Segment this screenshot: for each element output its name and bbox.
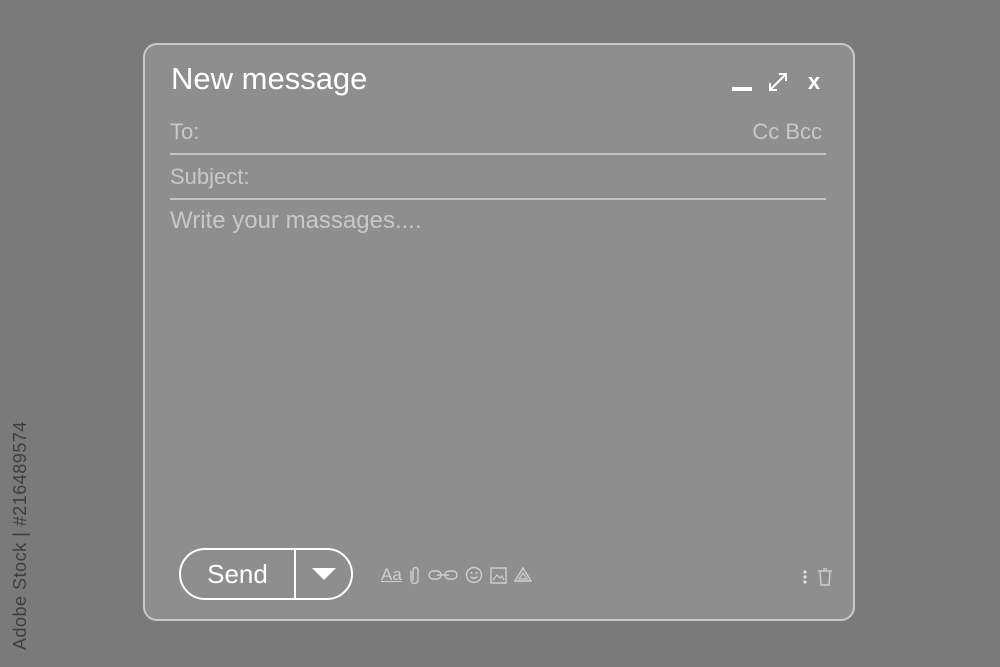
window-title: New message	[171, 61, 368, 96]
send-button-group: Send	[179, 548, 353, 600]
minimize-button[interactable]	[731, 71, 753, 93]
secondary-actions	[803, 567, 833, 587]
text-format-icon[interactable]: Aa	[381, 565, 402, 585]
message-body-placeholder: Write your massages....	[170, 207, 422, 234]
send-options-button[interactable]	[296, 550, 351, 598]
caret-down-icon	[311, 568, 336, 580]
close-icon: x	[807, 69, 821, 94]
stock-id-watermark: Adobe Stock | #216489574	[10, 421, 30, 650]
compose-window: New message x To: Cc Bcc Subject: Write …	[143, 43, 855, 621]
link-icon[interactable]	[428, 565, 458, 585]
minimize-icon	[732, 87, 752, 91]
attach-icon[interactable]	[409, 565, 421, 585]
more-options-icon[interactable]	[803, 567, 807, 587]
to-label: To:	[170, 119, 200, 144]
bcc-link[interactable]: Bcc	[785, 119, 822, 145]
expand-button[interactable]	[767, 71, 789, 93]
cc-link[interactable]: Cc	[752, 119, 779, 145]
drive-icon[interactable]	[513, 565, 532, 585]
to-field[interactable]: To: Cc Bcc	[170, 113, 826, 155]
formatting-toolbar: Aa	[381, 565, 532, 585]
close-button[interactable]: x	[803, 71, 825, 93]
subject-field[interactable]: Subject:	[170, 158, 826, 200]
cc-bcc-links: Cc Bcc	[752, 119, 822, 145]
image-icon[interactable]	[490, 565, 507, 585]
emoji-icon[interactable]	[465, 565, 483, 585]
expand-icon	[769, 73, 787, 91]
message-body[interactable]: Write your massages....	[170, 207, 826, 527]
window-controls: x	[731, 71, 825, 93]
subject-label: Subject:	[170, 164, 250, 189]
send-button[interactable]: Send	[181, 550, 296, 598]
trash-icon[interactable]	[817, 567, 833, 587]
